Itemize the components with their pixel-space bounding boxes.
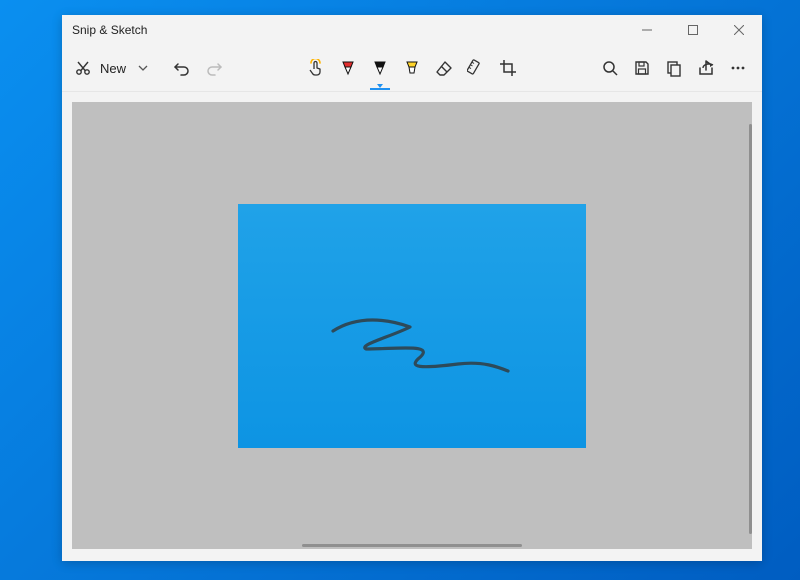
horizontal-scrollbar[interactable] <box>302 544 522 547</box>
touch-writing-button[interactable] <box>302 54 330 82</box>
window-title: Snip & Sketch <box>72 23 147 37</box>
save-icon <box>633 59 651 77</box>
selected-tool-caret <box>377 84 383 88</box>
maximize-button[interactable] <box>670 15 716 45</box>
close-button[interactable] <box>716 15 762 45</box>
highlighter-button[interactable] <box>398 54 426 82</box>
share-button[interactable] <box>692 54 720 82</box>
zoom-icon <box>601 59 619 77</box>
title-bar: Snip & Sketch <box>62 15 762 45</box>
copy-button[interactable] <box>660 54 688 82</box>
chevron-down-icon <box>138 63 148 73</box>
save-button[interactable] <box>628 54 656 82</box>
toolbar-right-group <box>594 54 754 82</box>
ballpoint-pen-button[interactable] <box>334 54 362 82</box>
ruler-icon <box>467 59 485 77</box>
eraser-icon <box>435 59 453 77</box>
toolbar: New <box>62 45 762 92</box>
close-icon <box>734 25 744 35</box>
undo-icon <box>173 59 191 77</box>
eraser-button[interactable] <box>430 54 458 82</box>
crop-icon <box>499 59 517 77</box>
ink-stroke <box>318 309 518 389</box>
more-button[interactable] <box>724 54 752 82</box>
toolbar-left-group: New <box>70 52 230 84</box>
touch-icon <box>307 59 325 77</box>
pencil-button[interactable] <box>366 54 394 82</box>
minimize-button[interactable] <box>624 15 670 45</box>
snip-image[interactable] <box>238 204 586 448</box>
maximize-icon <box>688 25 698 35</box>
window-controls <box>624 15 762 45</box>
app-window: Snip & Sketch New <box>62 15 762 561</box>
more-icon <box>729 59 747 77</box>
new-snip-button[interactable]: New <box>70 52 132 84</box>
crop-button[interactable] <box>494 54 522 82</box>
pencil-icon <box>371 59 389 77</box>
copy-icon <box>665 59 683 77</box>
new-snip-label: New <box>100 61 126 76</box>
minimize-icon <box>642 25 652 35</box>
vertical-scrollbar[interactable] <box>749 124 752 534</box>
canvas-area[interactable] <box>72 102 752 549</box>
redo-button[interactable] <box>200 54 228 82</box>
new-snip-dropdown-button[interactable] <box>132 52 154 84</box>
ballpoint-pen-icon <box>339 59 357 77</box>
redo-icon <box>205 59 223 77</box>
share-icon <box>697 59 715 77</box>
zoom-button[interactable] <box>596 54 624 82</box>
toolbar-center-group <box>300 45 524 91</box>
undo-button[interactable] <box>168 54 196 82</box>
snip-icon <box>74 59 92 77</box>
highlighter-icon <box>403 59 421 77</box>
ruler-button[interactable] <box>462 54 490 82</box>
